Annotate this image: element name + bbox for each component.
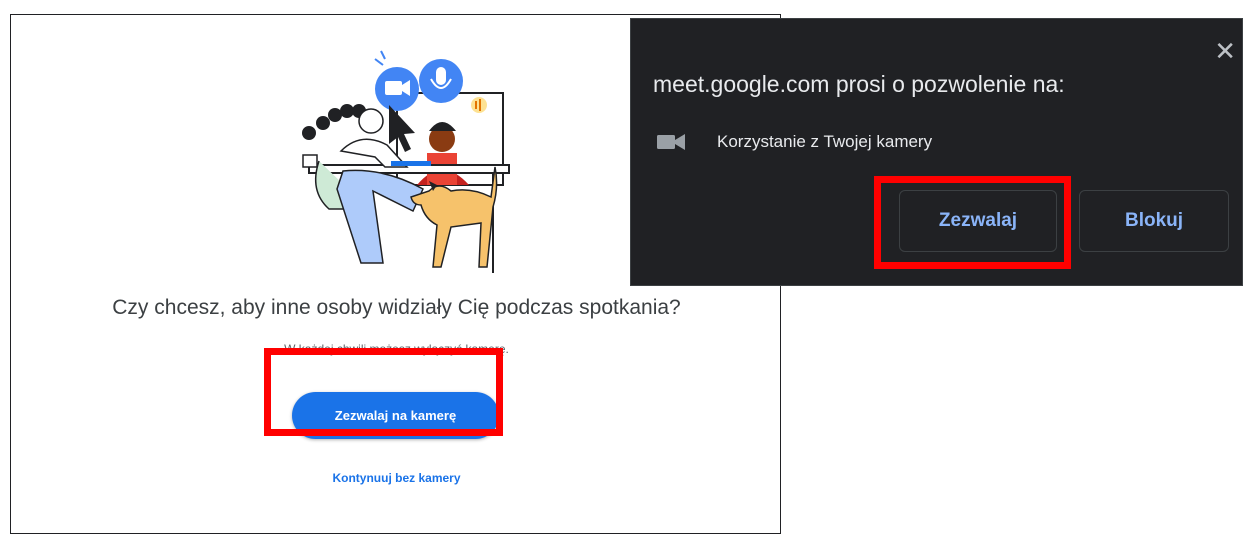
permission-item-camera: Korzystanie z Twojej kamery — [657, 127, 932, 157]
camera-hint-text: W każdej chwili możesz wyłączyć kamerę. — [284, 342, 509, 356]
continue-without-camera-link[interactable]: Kontynuuj bez kamery — [11, 471, 782, 485]
allow-camera-button[interactable]: Zezwalaj na kamerę — [292, 392, 499, 439]
video-call-illustration — [302, 50, 510, 273]
video-camera-icon — [657, 134, 685, 150]
allow-button[interactable]: Zezwalaj — [899, 190, 1057, 252]
page-title: Czy chcesz, aby inne osoby widziały Cię … — [112, 296, 681, 319]
close-icon[interactable]: ✕ — [1214, 39, 1236, 65]
permission-title: meet.google.com prosi o pozwolenie na: — [653, 71, 1065, 97]
block-button[interactable]: Blokuj — [1079, 190, 1229, 252]
browser-permission-popup: meet.google.com prosi o pozwolenie na: ✕… — [630, 18, 1243, 286]
permission-item-label: Korzystanie z Twojej kamery — [717, 132, 933, 151]
